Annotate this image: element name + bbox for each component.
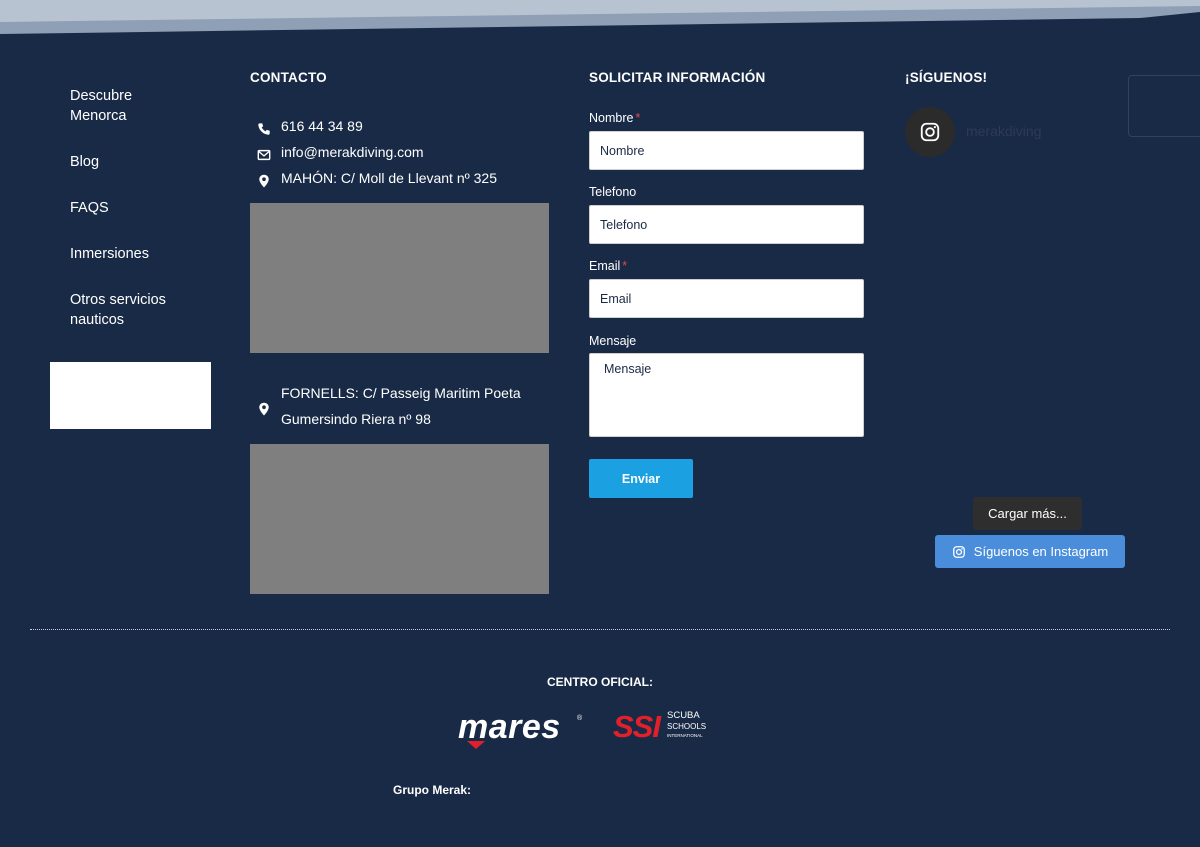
official-center-label: CENTRO OFICIAL: <box>547 675 653 689</box>
name-label: Nombre * <box>589 111 640 125</box>
mares-logo-text: mares <box>458 708 561 746</box>
form-title: SOLICITAR INFORMACIÓN <box>589 70 766 85</box>
nav-link-inmersiones[interactable]: Inmersiones <box>70 244 220 264</box>
name-input[interactable] <box>589 131 864 170</box>
instagram-handle[interactable]: merakdiving <box>966 123 1041 139</box>
group-merak-label: Grupo Merak: <box>393 783 472 797</box>
contact-email-row: info@merakdiving.com <box>257 139 424 165</box>
map-marker-icon <box>257 398 273 416</box>
contact-address-mahon: MAHÓN: C/ Moll de Llevant nº 325 <box>281 170 497 186</box>
envelope-icon <box>257 144 273 161</box>
required-mark: * <box>635 111 641 125</box>
email-input[interactable] <box>589 279 864 318</box>
footer-nav: Descubre Menorca Blog FAQS Inmersiones O… <box>70 86 220 356</box>
contact-phone[interactable]: 616 44 34 89 <box>281 113 363 139</box>
required-mark: * <box>622 259 628 273</box>
top-decorative-band <box>0 0 1200 34</box>
message-textarea[interactable] <box>589 353 864 437</box>
mares-logo: mares ® <box>458 708 583 749</box>
map-fornells[interactable] <box>250 444 549 594</box>
message-label: Mensaje <box>589 334 637 348</box>
instagram-avatar[interactable] <box>905 107 955 157</box>
nav-link-descubre-menorca[interactable]: Descubre Menorca <box>70 86 180 126</box>
map-marker-icon <box>257 170 273 188</box>
ssi-logo: SSI SCUBA SCHOOLS INTERNATIONAL <box>613 709 706 744</box>
footer-divider <box>30 629 1170 630</box>
instagram-icon <box>952 545 965 558</box>
phone-label: Telefono <box>589 185 637 199</box>
contact-address-fornells-line2: Gumersindo Riera nº 98 <box>281 411 431 427</box>
ssi-logo-line3: INTERNATIONAL <box>667 733 703 738</box>
white-placeholder-box <box>50 362 211 429</box>
map-mahon[interactable] <box>250 203 549 353</box>
email-label-text: Email <box>589 259 621 273</box>
ssi-logo-line2: SCHOOLS <box>667 722 706 731</box>
ssi-logo-line1: SCUBA <box>667 710 700 721</box>
contact-address-fornells-line1: FORNELLS: C/ Passeig Maritim Poeta <box>281 385 521 401</box>
contact-phone-row: 616 44 34 89 <box>257 113 363 139</box>
contact-mahon-row: MAHÓN: C/ Moll de Llevant nº 325 <box>257 165 497 191</box>
partner-logos: mares ® SSI SCUBA SCHOOLS INTERNATIONAL <box>458 708 706 749</box>
contact-fornells-row: FORNELLS: C/ Passeig Maritim Poeta Gumer… <box>257 380 521 432</box>
nav-link-faqs[interactable]: FAQS <box>70 198 220 218</box>
load-more-button[interactable]: Cargar más... <box>973 497 1082 530</box>
mares-registered-mark: ® <box>577 714 583 722</box>
ssi-logo-mark: SSI <box>613 709 662 744</box>
floating-widget[interactable] <box>1128 75 1200 137</box>
contact-title: CONTACTO <box>250 70 327 85</box>
instagram-icon <box>920 122 940 142</box>
follow-instagram-button[interactable]: Síguenos en Instagram <box>935 535 1125 568</box>
nav-link-otros-servicios[interactable]: Otros servicios nauticos <box>70 290 180 330</box>
contact-address-fornells: FORNELLS: C/ Passeig Maritim Poeta Gumer… <box>281 380 521 432</box>
phone-icon <box>257 118 273 135</box>
submit-button[interactable]: Enviar <box>589 459 693 498</box>
follow-instagram-label: Síguenos en Instagram <box>973 544 1109 559</box>
social-title: ¡SÍGUENOS! <box>905 70 988 85</box>
nav-link-blog[interactable]: Blog <box>70 152 220 172</box>
email-label: Email * <box>589 259 627 273</box>
contact-email[interactable]: info@merakdiving.com <box>281 139 424 165</box>
phone-input[interactable] <box>589 205 864 244</box>
name-label-text: Nombre <box>589 111 634 125</box>
